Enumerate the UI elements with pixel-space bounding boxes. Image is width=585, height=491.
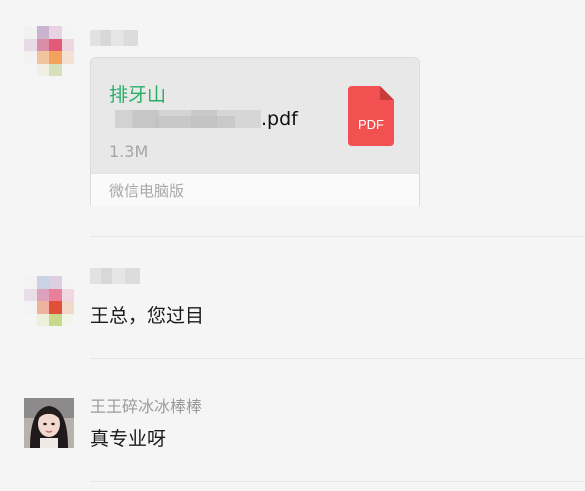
pixelated-avatar-icon bbox=[24, 276, 74, 326]
sender-name: 王王碎冰冰棒棒 bbox=[90, 397, 203, 416]
message-divider bbox=[90, 481, 585, 482]
sender-avatar[interactable] bbox=[24, 276, 74, 326]
file-name-redacted-detail bbox=[155, 116, 235, 128]
photo-avatar[interactable] bbox=[24, 398, 74, 448]
person-photo-icon bbox=[24, 398, 74, 448]
file-card-footer: 微信电脑版 bbox=[91, 173, 419, 206]
file-title: 排牙山 bbox=[109, 84, 167, 106]
message-divider bbox=[90, 358, 585, 359]
file-name-extension: .pdf bbox=[261, 108, 298, 130]
message-divider bbox=[90, 236, 585, 237]
chat-message-list: 排牙山 .pdf 1.3M PDF 微信电脑版 王总，您过目 王王碎冰冰棒棒 真… bbox=[0, 0, 585, 491]
sender-name-redacted bbox=[90, 268, 140, 284]
file-size: 1.3M bbox=[109, 142, 149, 161]
pdf-icon-label: PDF bbox=[358, 117, 384, 132]
message-text: 王总，您过目 bbox=[90, 305, 205, 327]
pixelated-avatar-icon bbox=[24, 26, 74, 76]
file-source-label: 微信电脑版 bbox=[109, 182, 185, 200]
sender-name-redacted bbox=[90, 30, 138, 46]
message-text: 真专业呀 bbox=[90, 428, 167, 450]
file-message-card[interactable]: 排牙山 .pdf 1.3M PDF 微信电脑版 bbox=[90, 57, 420, 206]
pdf-file-icon: PDF bbox=[348, 86, 394, 146]
sender-avatar[interactable] bbox=[24, 26, 74, 76]
